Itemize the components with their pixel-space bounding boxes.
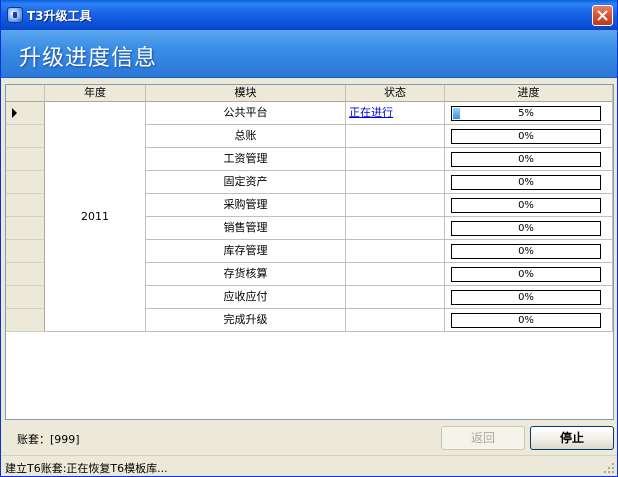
progress-label: 0% [518, 269, 534, 280]
status-cell [346, 309, 445, 332]
progress-cell: 0% [445, 125, 613, 148]
progress-label: 0% [518, 246, 534, 257]
column-header-progress[interactable]: 进度 [445, 85, 613, 102]
row-header[interactable] [6, 240, 45, 263]
progress-bar: 0% [451, 198, 601, 213]
status-cell [346, 125, 445, 148]
close-icon [597, 10, 608, 21]
status-cell [346, 171, 445, 194]
row-header[interactable] [6, 102, 45, 125]
close-button[interactable] [592, 5, 613, 26]
column-header-year[interactable]: 年度 [45, 85, 146, 102]
progress-label: 0% [518, 200, 534, 211]
row-header[interactable] [6, 263, 45, 286]
module-cell: 固定资产 [146, 171, 346, 194]
status-cell [346, 240, 445, 263]
progress-cell: 0% [445, 171, 613, 194]
row-header[interactable] [6, 309, 45, 332]
progress-bar: 0% [451, 313, 601, 328]
row-header[interactable] [6, 171, 45, 194]
module-cell: 工资管理 [146, 148, 346, 171]
module-cell: 销售管理 [146, 217, 346, 240]
title-bar[interactable]: T3升级工具 [1, 0, 617, 30]
progress-cell: 0% [445, 286, 613, 309]
status-cell [346, 194, 445, 217]
status-cell[interactable]: 正在进行 [346, 102, 445, 125]
progress-label: 0% [518, 292, 534, 303]
year-cell: 2011 [45, 102, 146, 332]
row-header[interactable] [6, 217, 45, 240]
back-button[interactable]: 返回 [441, 426, 525, 450]
row-header[interactable] [6, 194, 45, 217]
row-header[interactable] [6, 148, 45, 171]
module-cell: 存货核算 [146, 263, 346, 286]
module-cell: 总账 [146, 125, 346, 148]
page-title: 升级进度信息 [19, 46, 158, 71]
window-title: T3升级工具 [27, 9, 92, 23]
row-header[interactable] [6, 286, 45, 309]
status-bar: 建立T6账套:正在恢复T6模板库... [1, 455, 617, 476]
column-header-module[interactable]: 模块 [146, 85, 346, 102]
status-cell [346, 286, 445, 309]
progress-bar: 0% [451, 244, 601, 259]
progress-label: 0% [518, 131, 534, 142]
account-label: 账套：[999] [17, 433, 80, 446]
module-cell: 完成升级 [146, 309, 346, 332]
app-icon [7, 7, 23, 23]
module-cell: 应收应付 [146, 286, 346, 309]
progress-cell: 0% [445, 217, 613, 240]
module-cell: 库存管理 [146, 240, 346, 263]
progress-bar: 0% [451, 267, 601, 282]
status-cell [346, 148, 445, 171]
progress-label: 0% [518, 315, 534, 326]
progress-label: 0% [518, 177, 534, 188]
progress-label: 0% [518, 223, 534, 234]
module-cell: 公共平台 [146, 102, 346, 125]
progress-grid[interactable]: 年度 模块 状态 进度 2011 公共平台 正在进行 5% 总账 0% 工资管理 0% 固定资… [5, 84, 614, 420]
progress-label: 5% [518, 108, 534, 119]
progress-cell: 0% [445, 240, 613, 263]
progress-bar: 0% [451, 175, 601, 190]
progress-cell: 5% [445, 102, 613, 125]
upgrade-tool-window: T3升级工具 升级进度信息 年度 模块 状态 进度 2011 公共平台 正在进行 5… [0, 0, 618, 477]
progress-cell: 0% [445, 263, 613, 286]
progress-cell: 0% [445, 309, 613, 332]
progress-bar: 0% [451, 290, 601, 305]
module-cell: 采购管理 [146, 194, 346, 217]
progress-bar: 0% [451, 152, 601, 167]
header-banner: 升级进度信息 [1, 30, 617, 78]
progress-bar: 5% [451, 106, 601, 121]
progress-bar: 0% [451, 129, 601, 144]
column-header-status[interactable]: 状态 [346, 85, 445, 102]
row-header[interactable] [6, 125, 45, 148]
status-cell [346, 263, 445, 286]
grid-corner [6, 85, 45, 102]
progress-cell: 0% [445, 194, 613, 217]
status-text: 建立T6账套:正在恢复T6模板库... [5, 462, 168, 475]
stop-button[interactable]: 停止 [530, 426, 614, 450]
status-cell [346, 217, 445, 240]
progress-cell: 0% [445, 148, 613, 171]
resize-grip-icon[interactable] [603, 462, 615, 474]
progress-label: 0% [518, 154, 534, 165]
progress-bar: 0% [451, 221, 601, 236]
